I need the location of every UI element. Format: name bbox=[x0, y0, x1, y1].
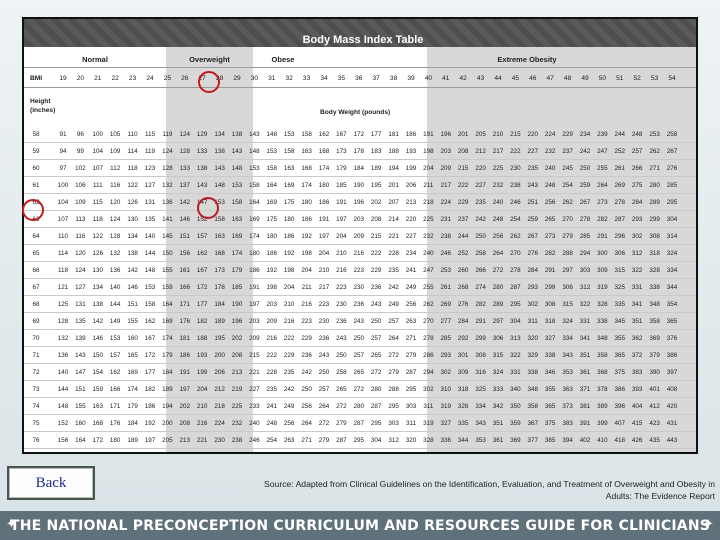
height-value: 72 bbox=[32, 369, 40, 376]
height-label-line1: Height bbox=[30, 98, 51, 105]
height-value: 66 bbox=[32, 267, 40, 274]
header-divider bbox=[24, 67, 696, 68]
footer-left-ornament-icon: ✦ bbox=[6, 517, 18, 532]
height-value: 60 bbox=[32, 165, 40, 172]
weight-value: 314 bbox=[666, 233, 678, 240]
weight-value: 258 bbox=[666, 131, 678, 138]
highlight-weight-147-circle bbox=[197, 197, 219, 219]
row-divider bbox=[24, 312, 696, 313]
height-value: 64 bbox=[32, 233, 40, 240]
row-divider bbox=[24, 142, 696, 143]
source-line2: Adults: The Evidence Report bbox=[605, 491, 715, 501]
footer-banner: ✦ THE NATIONAL PRECONCEPTION CURRICULUM … bbox=[0, 511, 720, 540]
height-value: 76 bbox=[32, 437, 40, 444]
weight-value: 324 bbox=[666, 250, 678, 257]
category-overweight: Overweight bbox=[189, 55, 230, 64]
height-value: 61 bbox=[32, 182, 40, 189]
height-value: 65 bbox=[32, 250, 40, 257]
bmi-table-image: Body Mass Index Table Normal Overweight … bbox=[22, 17, 698, 454]
weight-value: 408 bbox=[666, 386, 678, 393]
row-divider bbox=[24, 176, 696, 177]
body-weight-label: Body Weight (pounds) bbox=[320, 109, 391, 116]
source-line1: Source: Adapted from Clinical Guidelines… bbox=[264, 479, 715, 489]
source-citation: Source: Adapted from Clinical Guidelines… bbox=[140, 478, 715, 502]
row-divider bbox=[24, 244, 696, 245]
row-divider bbox=[24, 414, 696, 415]
bmi-divider bbox=[24, 87, 696, 88]
weight-value: 365 bbox=[666, 318, 678, 325]
row-divider bbox=[24, 210, 696, 211]
weight-value: 443 bbox=[666, 437, 678, 444]
weight-value: 397 bbox=[666, 369, 678, 376]
footer-title: THE NATIONAL PRECONCEPTION CURRICULUM AN… bbox=[9, 517, 711, 534]
weight-value: 354 bbox=[666, 301, 678, 308]
height-value: 73 bbox=[32, 386, 40, 393]
weight-value: 344 bbox=[666, 284, 678, 291]
weight-value: 276 bbox=[666, 165, 678, 172]
weight-value: 334 bbox=[666, 267, 678, 274]
highlight-height-62-circle bbox=[22, 199, 44, 221]
weight-value: 386 bbox=[666, 352, 678, 359]
category-normal: Normal bbox=[82, 55, 108, 64]
category-extreme-obesity: Extreme Obesity bbox=[497, 55, 557, 64]
bmi-table-grid: Normal Overweight Obese Extreme Obesity … bbox=[24, 47, 696, 452]
height-label: Height (inches) bbox=[30, 97, 55, 115]
highlight-bmi-27-circle bbox=[198, 71, 220, 93]
height-value: 58 bbox=[32, 131, 40, 138]
row-divider bbox=[24, 397, 696, 398]
row-divider bbox=[24, 329, 696, 330]
height-value: 74 bbox=[32, 403, 40, 410]
row-divider bbox=[24, 159, 696, 160]
height-label-line2: (inches) bbox=[30, 107, 56, 114]
row-divider bbox=[24, 363, 696, 364]
row-divider bbox=[24, 380, 696, 381]
footer-right-ornament-icon: ✦ bbox=[702, 517, 714, 532]
weight-value: 295 bbox=[666, 199, 678, 206]
height-value: 75 bbox=[32, 420, 40, 427]
row-divider bbox=[24, 448, 696, 449]
height-value: 71 bbox=[32, 352, 40, 359]
height-value: 67 bbox=[32, 284, 40, 291]
back-button[interactable]: Back bbox=[7, 466, 95, 500]
row-divider bbox=[24, 346, 696, 347]
row-divider bbox=[24, 227, 696, 228]
weight-value: 304 bbox=[666, 216, 678, 223]
row-divider bbox=[24, 431, 696, 432]
bmi-label: BMI bbox=[30, 75, 43, 82]
height-value: 59 bbox=[32, 148, 40, 155]
category-obese: Obese bbox=[271, 55, 295, 64]
weight-value: 431 bbox=[666, 420, 678, 427]
row-divider bbox=[24, 295, 696, 296]
weight-value: 420 bbox=[666, 403, 678, 410]
weight-value: 376 bbox=[666, 335, 678, 342]
row-divider bbox=[24, 278, 696, 279]
row-divider bbox=[24, 193, 696, 194]
weight-value: 267 bbox=[666, 148, 678, 155]
row-divider bbox=[24, 261, 696, 262]
weight-value: 285 bbox=[666, 182, 678, 189]
height-value: 69 bbox=[32, 318, 40, 325]
height-value: 68 bbox=[32, 301, 40, 308]
bmi-value: 54 bbox=[668, 75, 676, 82]
height-value: 70 bbox=[32, 335, 40, 342]
